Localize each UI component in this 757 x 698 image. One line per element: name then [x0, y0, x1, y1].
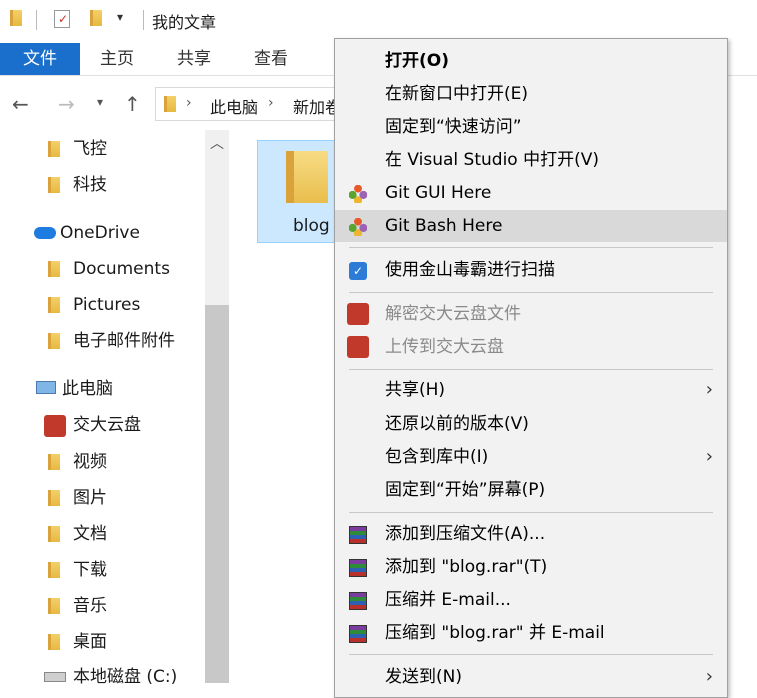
address-folder-icon	[164, 96, 176, 112]
titlebar-folder-icon	[10, 10, 22, 26]
duba-icon: ✓	[349, 262, 367, 280]
menu-item-add-to-archive[interactable]: 添加到压缩文件(A)...	[335, 518, 727, 550]
customize-quick-access-icon[interactable]: ▾	[117, 10, 123, 24]
tab-view[interactable]: 查看	[254, 43, 288, 75]
git-icon	[349, 218, 367, 236]
menu-item-upload-jiaoda[interactable]: 上传到交大云盘	[335, 331, 727, 363]
forward-arrow-icon[interactable]: →	[58, 92, 75, 116]
menu-separator	[349, 654, 713, 655]
menu-separator	[349, 292, 713, 293]
menu-item-compress-email[interactable]: 压缩并 E-mail...	[335, 584, 727, 616]
menu-item-duba-scan[interactable]: ✓ 使用金山毒霸进行扫描	[335, 254, 727, 286]
menu-item-decrypt-jiaoda[interactable]: 解密交大云盘文件	[335, 298, 727, 330]
menu-item-add-to-blog-rar[interactable]: 添加到 "blog.rar"(T)	[335, 551, 727, 583]
back-arrow-icon[interactable]: ←	[12, 92, 29, 116]
menu-item-compress-blog-rar-email[interactable]: 压缩到 "blog.rar" 并 E-mail	[335, 617, 727, 649]
submenu-chevron-icon: ›	[705, 446, 713, 467]
git-icon	[349, 185, 367, 203]
properties-icon[interactable]: ✓	[54, 10, 70, 28]
menu-separator	[349, 512, 713, 513]
desktop-folder-icon	[48, 634, 60, 650]
menu-item-send-to[interactable]: 发送到(N) ›	[335, 661, 727, 693]
context-menu: 打开(O) 在新窗口中打开(E) 固定到“快速访问” 在 Visual Stud…	[334, 38, 728, 698]
winrar-icon	[349, 559, 367, 577]
folder-icon	[48, 177, 60, 193]
computer-icon	[36, 381, 56, 394]
documents-folder-icon	[48, 526, 60, 542]
cloud-icon	[34, 227, 56, 239]
submenu-chevron-icon: ›	[705, 379, 713, 400]
submenu-chevron-icon: ›	[705, 666, 713, 687]
address-bar[interactable]: › 此电脑 › 新加卷	[155, 87, 345, 121]
downloads-folder-icon	[48, 562, 60, 578]
menu-item-git-gui[interactable]: Git GUI Here	[335, 177, 727, 209]
titlebar-divider	[143, 10, 144, 30]
folder-icon	[48, 297, 60, 313]
address-segment-this-pc[interactable]: 此电脑	[210, 94, 258, 118]
folder-icon	[48, 333, 60, 349]
large-folder-icon	[286, 151, 328, 203]
menu-separator	[349, 247, 713, 248]
jiaoda-icon	[347, 303, 369, 325]
nav-scrollbar-thumb[interactable]	[205, 305, 229, 683]
menu-item-pin-quick-access[interactable]: 固定到“快速访问”	[335, 111, 727, 143]
address-separator-icon[interactable]: ›	[268, 95, 274, 111]
up-arrow-icon[interactable]: ↑	[124, 92, 141, 116]
new-folder-icon[interactable]	[90, 10, 102, 26]
jiaoda-icon	[347, 336, 369, 358]
menu-item-pin-start[interactable]: 固定到“开始”屏幕(P)	[335, 474, 727, 506]
winrar-icon	[349, 526, 367, 544]
recent-locations-chevron-icon[interactable]: ▾	[97, 95, 103, 109]
folder-icon	[48, 141, 60, 157]
video-folder-icon	[48, 454, 60, 470]
menu-item-share[interactable]: 共享(H) ›	[335, 374, 727, 406]
window-title: 我的文章	[152, 13, 217, 32]
menu-item-git-bash[interactable]: Git Bash Here	[335, 210, 727, 242]
pictures-folder-icon	[48, 490, 60, 506]
tab-home[interactable]: 主页	[100, 43, 134, 75]
menu-item-open-new-window[interactable]: 在新窗口中打开(E)	[335, 78, 727, 110]
folder-item-label: blog	[293, 216, 330, 236]
tab-file[interactable]: 文件	[0, 43, 80, 75]
folder-item-blog[interactable]: blog	[257, 140, 343, 243]
winrar-icon	[349, 625, 367, 643]
jiaoda-cloud-icon	[44, 415, 66, 437]
winrar-icon	[349, 592, 367, 610]
menu-item-restore-versions[interactable]: 还原以前的版本(V)	[335, 408, 727, 440]
folder-icon	[48, 261, 60, 277]
titlebar-divider	[36, 10, 37, 30]
scroll-up-chevron-icon[interactable]: ︿	[205, 130, 229, 158]
menu-separator	[349, 369, 713, 370]
address-separator-icon[interactable]: ›	[186, 95, 192, 111]
menu-item-include-in-library[interactable]: 包含到库中(I) ›	[335, 441, 727, 473]
menu-item-open[interactable]: 打开(O)	[335, 45, 727, 77]
drive-icon	[44, 672, 66, 682]
tab-share[interactable]: 共享	[177, 43, 211, 75]
menu-item-open-visual-studio[interactable]: 在 Visual Studio 中打开(V)	[335, 144, 727, 176]
music-folder-icon	[48, 598, 60, 614]
